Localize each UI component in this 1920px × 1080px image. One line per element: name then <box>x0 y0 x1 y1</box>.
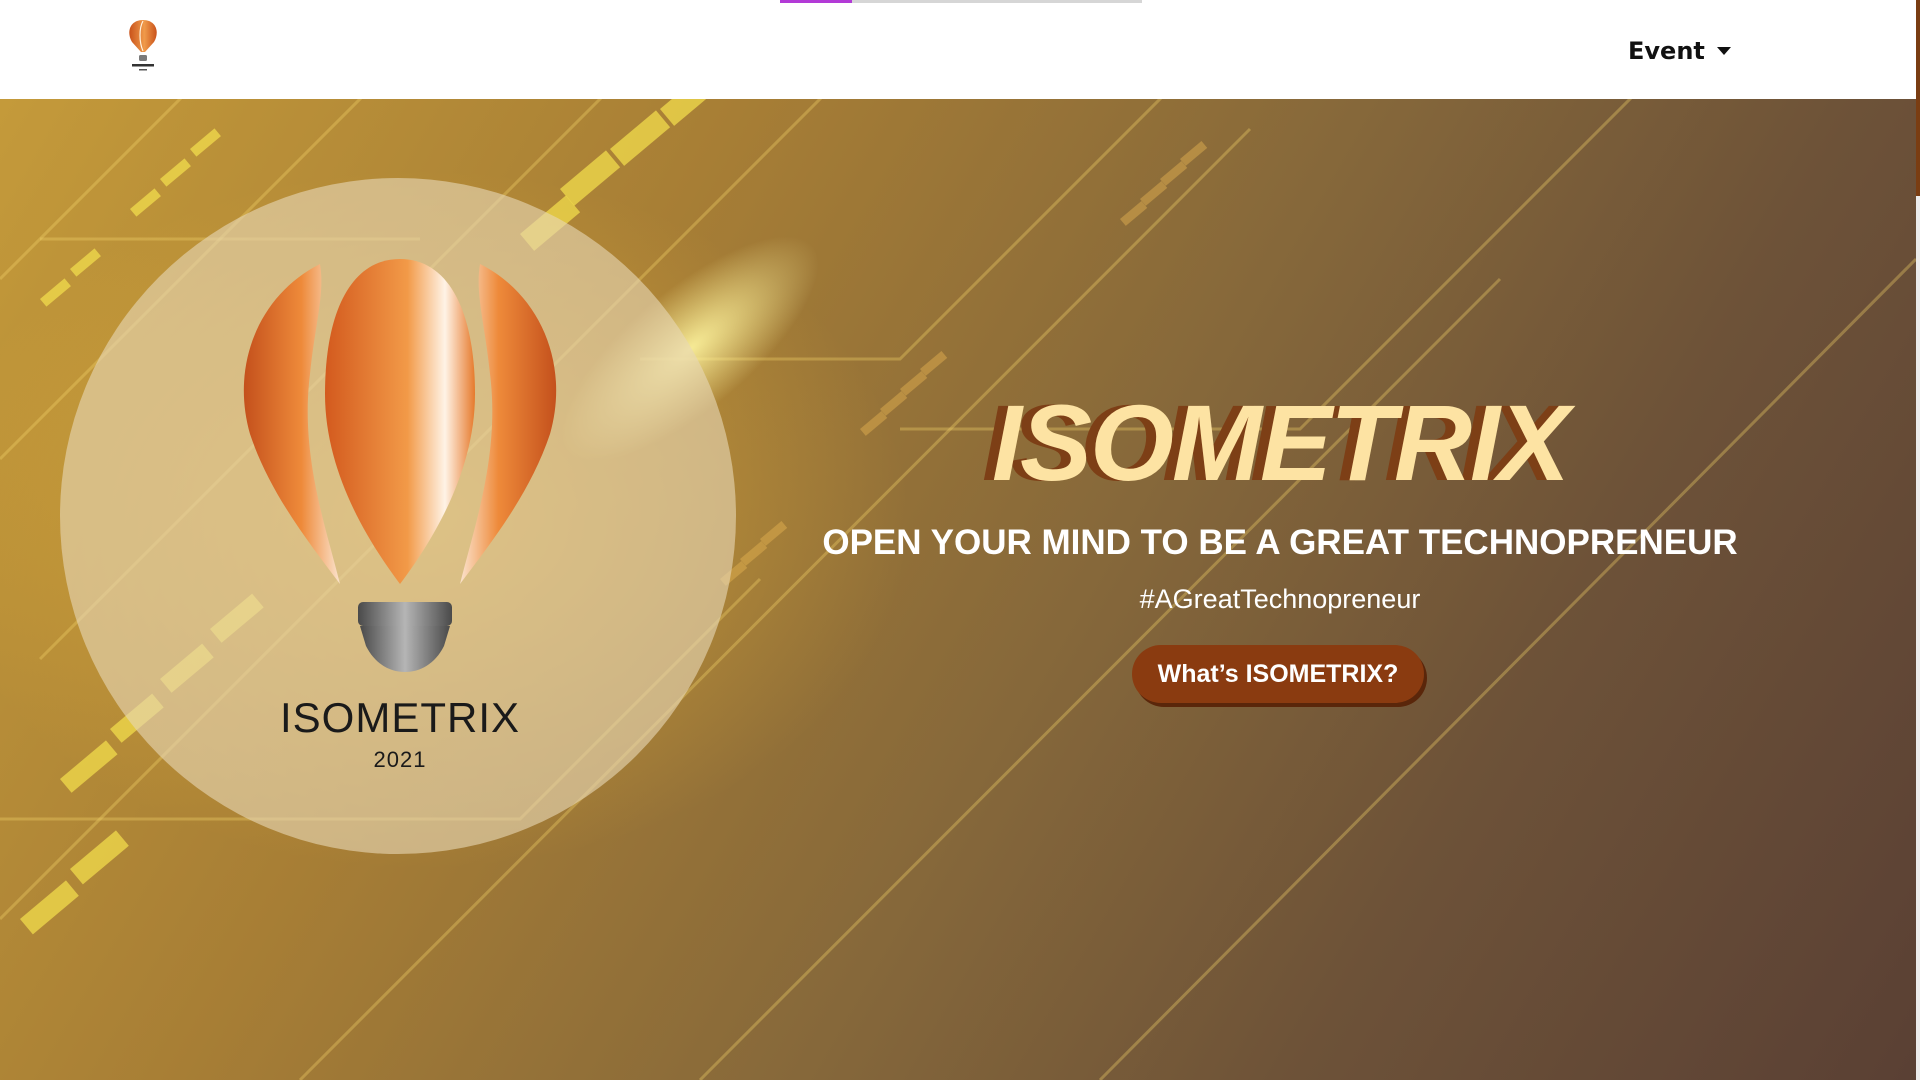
hero-subtitle: OPEN YOUR MIND TO BE A GREAT TECHNOPRENE… <box>822 523 1738 562</box>
hot-air-balloon-logo-icon <box>243 259 557 672</box>
balloon-logo-icon[interactable] <box>122 18 164 80</box>
whats-isometrix-button[interactable]: What’s ISOMETRIX? <box>1132 645 1424 703</box>
logo-wordmark: ISOMETRIX <box>279 694 521 741</box>
hero-section: ISOMETRIX 2021 ISOMETRIX OPEN YOUR MIND … <box>0 99 1916 1080</box>
top-navbar: Event <box>0 0 1920 99</box>
scrollbar-thumb[interactable] <box>1916 0 1920 196</box>
logo-year: 2021 <box>373 747 427 772</box>
scroll-progress-bar <box>780 0 1142 3</box>
hero-hashtag: #AGreatTechnopreneur <box>1139 584 1421 614</box>
hero-title: ISOMETRIX <box>991 382 1570 503</box>
scroll-progress-fill <box>780 0 853 3</box>
event-dropdown-label: Event <box>1628 37 1705 65</box>
caret-down-icon <box>1716 47 1731 55</box>
event-dropdown[interactable]: Event <box>1628 33 1731 69</box>
